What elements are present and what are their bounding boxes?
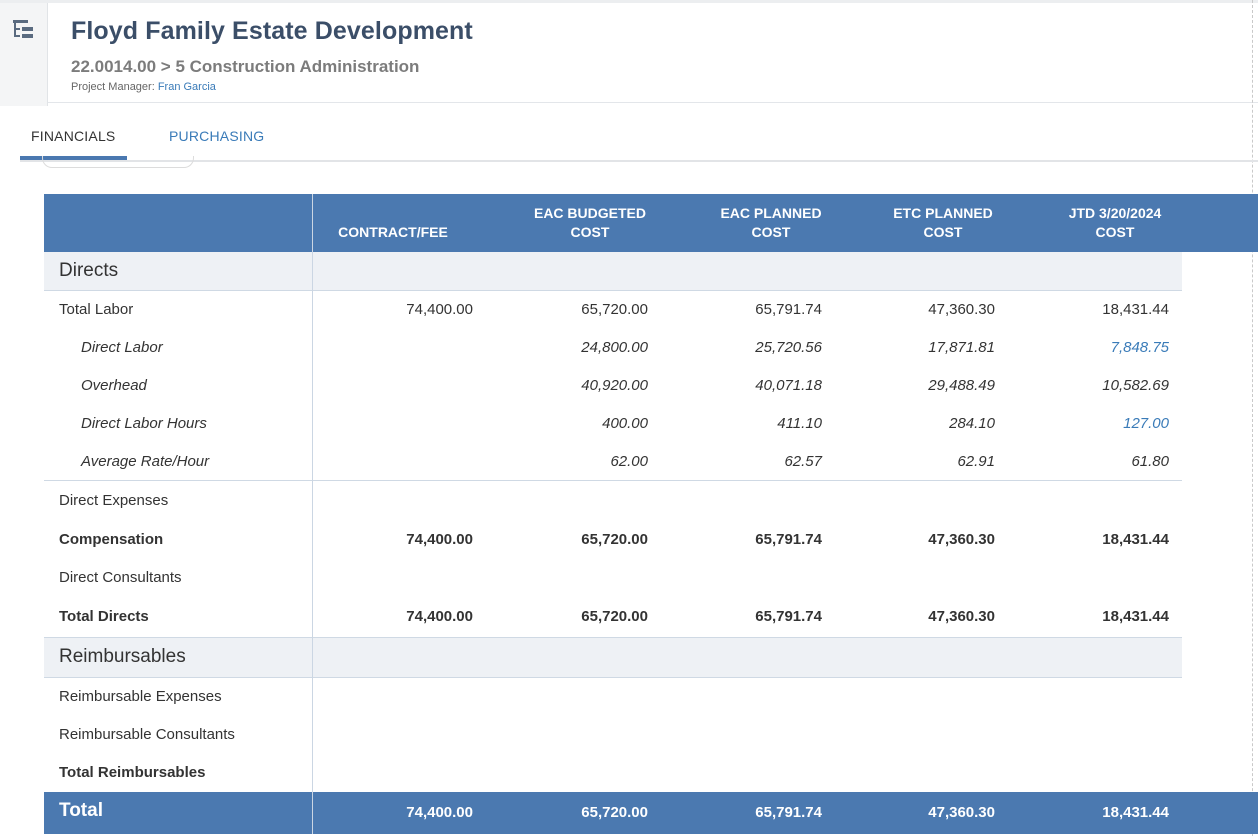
row-label: Reimbursable Consultants	[59, 726, 235, 743]
column-header-eac-budgeted[interactable]: EAC BUDGETED COST	[510, 204, 670, 242]
table-row: Direct Expenses	[44, 482, 1182, 520]
cell-value: 18,431.44	[1102, 531, 1169, 548]
collapsed-selector[interactable]	[42, 156, 194, 168]
project-manager-label: Project Manager:	[71, 81, 158, 93]
column-header-text: COST	[923, 224, 963, 240]
table-header: CONTRACT/FEE EAC BUDGETED COST EAC PLANN…	[44, 194, 1258, 252]
project-header: Floyd Family Estate Development 22.0014.…	[0, 0, 1258, 106]
cell-value: 47,360.30	[928, 804, 995, 821]
table-row: Total Reimbursables	[44, 754, 1182, 792]
row-label: Direct Consultants	[59, 569, 182, 586]
section-label: Directs	[59, 260, 119, 281]
cell-value: 17,871.81	[928, 339, 995, 356]
financials-table: CONTRACT/FEE EAC BUDGETED COST EAC PLANN…	[44, 194, 1258, 834]
project-manager: Project Manager: Fran Garcia	[71, 81, 216, 93]
cell-value: 65,791.74	[755, 301, 822, 318]
table-row: Reimbursable Expenses	[44, 678, 1182, 716]
table-row: Compensation 74,400.00 65,720.00 65,791.…	[44, 521, 1182, 559]
column-header-text: JTD 3/20/2024	[1068, 205, 1162, 221]
column-header-text: COST	[570, 224, 610, 240]
cell-value: 62.57	[784, 453, 822, 470]
table-row: Total Directs 74,400.00 65,720.00 65,791…	[44, 598, 1182, 636]
column-header-text: COST	[751, 224, 791, 240]
tab-purchasing[interactable]: PURCHASING	[169, 128, 264, 156]
cell-value: 10,582.69	[1102, 377, 1169, 394]
cell-value: 65,720.00	[581, 301, 648, 318]
cell-value: 18,431.44	[1102, 608, 1169, 625]
cell-value: 47,360.30	[928, 531, 995, 548]
row-label: Direct Expenses	[59, 492, 169, 509]
hierarchy-button[interactable]	[0, 3, 48, 106]
row-label: Overhead	[81, 377, 147, 394]
cell-value: 47,360.30	[928, 301, 995, 318]
column-header-etc-planned[interactable]: ETC PLANNED COST	[863, 204, 1023, 242]
table-row: Average Rate/Hour 62.00 62.57 62.91 61.8…	[44, 443, 1182, 481]
cell-value: 74,400.00	[406, 608, 473, 625]
cell-value: 61.80	[1131, 453, 1169, 470]
row-label: Direct Labor	[81, 339, 163, 356]
column-header-text: ETC PLANNED	[893, 205, 993, 221]
project-breadcrumb: 22.0014.00 > 5 Construction Administrati…	[71, 57, 420, 76]
section-label: Reimbursables	[59, 646, 186, 667]
project-manager-link[interactable]: Fran Garcia	[158, 81, 216, 93]
row-label: Compensation	[59, 531, 164, 548]
cell-value: 29,488.49	[928, 377, 995, 394]
table-row: Direct Labor 24,800.00 25,720.56 17,871.…	[44, 329, 1182, 367]
cell-value: 400.00	[602, 415, 648, 432]
cell-value: 24,800.00	[581, 339, 648, 356]
total-row: Total 74,400.00 65,720.00 65,791.74 47,3…	[44, 792, 1258, 834]
column-header-eac-planned[interactable]: EAC PLANNED COST	[691, 204, 851, 242]
cell-value: 40,920.00	[581, 377, 648, 394]
cell-value: 74,400.00	[406, 301, 473, 318]
row-label: Total Directs	[59, 608, 149, 625]
cell-value: 62.00	[610, 453, 648, 470]
cell-value: 284.10	[949, 415, 995, 432]
cell-value: 65,791.74	[755, 531, 822, 548]
section-reimbursables: Reimbursables	[44, 637, 1182, 678]
row-label: Direct Labor Hours	[81, 415, 207, 432]
column-header-text: EAC PLANNED	[720, 205, 822, 221]
table-row: Reimbursable Consultants	[44, 716, 1182, 754]
cell-value: 18,431.44	[1102, 301, 1169, 318]
cell-link[interactable]: 127.00	[1029, 415, 1169, 432]
cell-value: 18,431.44	[1102, 804, 1169, 821]
cell-link[interactable]: 7,848.75	[1029, 339, 1169, 356]
row-label: Total	[59, 800, 103, 821]
column-header-contract-fee[interactable]: CONTRACT/FEE	[313, 223, 473, 242]
hierarchy-icon	[13, 20, 33, 38]
cell-value: 74,400.00	[406, 531, 473, 548]
cell-value: 62.91	[957, 453, 995, 470]
cell-value: 74,400.00	[406, 804, 473, 821]
cell-value: 65,720.00	[581, 608, 648, 625]
row-label: Total Reimbursables	[59, 764, 206, 781]
tab-bar: FINANCIALS PURCHASING	[20, 118, 1258, 162]
column-header-text: CONTRACT/FEE	[338, 224, 448, 240]
table-row: Direct Labor Hours 400.00 411.10 284.10 …	[44, 405, 1182, 443]
column-header-text: EAC BUDGETED	[533, 205, 646, 221]
cell-value: 411.10	[777, 415, 822, 432]
cell-value: 65,791.74	[755, 608, 822, 625]
cell-value: 65,791.74	[755, 804, 822, 821]
cell-value: 25,720.56	[755, 339, 822, 356]
column-header-jtd-cost[interactable]: JTD 3/20/2024 COST	[1035, 204, 1195, 242]
table-row: Overhead 40,920.00 40,071.18 29,488.49 1…	[44, 367, 1182, 405]
cell-value: 47,360.30	[928, 608, 995, 625]
row-label: Total Labor	[59, 301, 134, 318]
column-divider	[312, 194, 313, 834]
column-header-text: COST	[1095, 224, 1135, 240]
table-row: Total Labor 74,400.00 65,720.00 65,791.7…	[44, 291, 1182, 329]
row-label: Average Rate/Hour	[81, 453, 210, 470]
cell-value: 65,720.00	[581, 804, 648, 821]
section-directs: Directs	[44, 252, 1182, 291]
project-title: Floyd Family Estate Development	[71, 17, 473, 45]
cell-value: 40,071.18	[755, 377, 822, 394]
row-label: Reimbursable Expenses	[59, 688, 222, 705]
table-row: Direct Consultants	[44, 559, 1182, 597]
cell-value: 65,720.00	[581, 531, 648, 548]
